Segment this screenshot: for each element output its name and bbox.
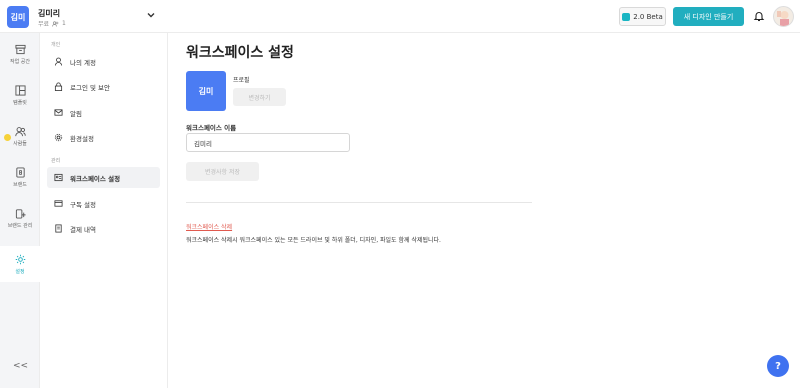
sidebar-item-label: 알림	[70, 109, 82, 118]
brand-manage-icon	[15, 208, 26, 219]
rail-item-brand[interactable]: 브랜드	[0, 160, 40, 194]
beta-button[interactable]: 2.0 Beta	[619, 7, 666, 26]
workspace-name-label: 워크스페이스 이름	[186, 124, 237, 132]
avatar-illustration-icon	[777, 11, 789, 26]
workspace-name-input[interactable]	[186, 133, 350, 152]
sidebar-item-label: 결제 내역	[70, 225, 96, 234]
sidebar-item-billing[interactable]: 결제 내역	[47, 218, 160, 239]
user-icon	[54, 57, 63, 66]
sidebar-item-label: 워크스페이스 설정	[70, 174, 121, 183]
workspace-icon	[54, 173, 63, 182]
left-rail: 작업 공간 템플릿 사람들 브랜드 브랜드 관리 설정 <<	[0, 33, 40, 388]
sidebar-item-label: 로그인 및 보안	[70, 83, 111, 92]
top-bar: 김미 김미리 무료 1 2.0 Beta 새 디자인 만들기	[0, 0, 800, 33]
page-title: 워크스페이스 설정	[186, 45, 294, 61]
help-button[interactable]: ?	[767, 355, 789, 377]
save-changes-button[interactable]: 변경사항 저장	[186, 162, 259, 181]
new-design-button[interactable]: 새 디자인 만들기	[673, 7, 744, 26]
mail-icon	[54, 109, 63, 116]
rail-label: 사람들	[13, 140, 27, 147]
plan-label: 무료	[38, 21, 50, 28]
member-count: 1	[62, 20, 66, 27]
brand-icon	[15, 166, 25, 178]
settings-sidebar: 개인 나의 계정 로그인 및 보안 알림 환경설정 관리 워크스페이스 설정 구…	[40, 33, 168, 388]
card-icon	[54, 200, 63, 207]
rail-item-templates[interactable]: 템플릿	[0, 78, 40, 112]
bell-icon[interactable]	[753, 10, 765, 22]
rail-item-settings[interactable]: 설정	[0, 246, 40, 282]
rail-label: 브랜드	[13, 181, 27, 188]
sidebar-group-personal: 개인	[51, 42, 61, 48]
workspace-meta: 무료 1	[38, 19, 66, 28]
rail-label: 설정	[15, 268, 25, 275]
rail-item-workspace[interactable]: 작업 공간	[0, 37, 40, 71]
receipt-icon	[55, 224, 62, 233]
workspace-profile-image: 김미	[186, 71, 226, 111]
sidebar-group-manage: 관리	[51, 158, 61, 164]
workspace-avatar[interactable]: 김미	[7, 6, 29, 28]
chevron-down-icon[interactable]	[146, 10, 156, 20]
sidebar-item-security[interactable]: 로그인 및 보안	[47, 76, 160, 97]
sidebar-item-notifications[interactable]: 알림	[47, 102, 160, 123]
beta-icon	[622, 12, 631, 21]
beta-label: 2.0 Beta	[633, 12, 663, 21]
sidebar-item-subscription[interactable]: 구독 설정	[47, 193, 160, 214]
cursor-indicator	[4, 134, 11, 141]
profile-label: 프로필	[233, 77, 250, 84]
sidebar-item-preferences[interactable]: 환경설정	[47, 127, 160, 148]
lock-icon	[54, 82, 63, 91]
workspace-name[interactable]: 김미리	[38, 8, 60, 19]
collapse-rail-button[interactable]: <<	[13, 361, 28, 371]
delete-workspace-link[interactable]: 워크스페이스 삭제	[186, 222, 232, 231]
layout-icon	[14, 84, 26, 96]
rail-label: 브랜드 관리	[7, 222, 33, 229]
gear-icon	[15, 254, 25, 264]
sidebar-item-account[interactable]: 나의 계정	[47, 51, 160, 72]
sidebar-item-label: 나의 계정	[70, 58, 96, 67]
delete-workspace-description: 워크스페이스 삭제시 워크스페이스 있는 모든 드라이브 및 하위 폴더, 디자…	[186, 237, 441, 244]
sidebar-item-label: 구독 설정	[70, 200, 96, 209]
rail-item-brand-manage[interactable]: 브랜드 관리	[0, 201, 40, 235]
change-profile-button[interactable]: 변경하기	[233, 88, 286, 106]
archive-icon	[14, 44, 26, 54]
main-content: 워크스페이스 설정 김미 프로필 변경하기 워크스페이스 이름 변경사항 저장 …	[168, 33, 800, 388]
section-divider	[186, 202, 532, 203]
rail-label: 작업 공간	[10, 58, 30, 65]
people-icon	[52, 20, 59, 27]
rail-label: 템플릿	[13, 99, 27, 106]
people-icon	[14, 126, 26, 136]
user-avatar[interactable]	[773, 6, 794, 27]
sidebar-item-workspace-settings[interactable]: 워크스페이스 설정	[47, 167, 160, 188]
gear-icon	[54, 133, 63, 142]
sidebar-item-label: 환경설정	[70, 134, 94, 143]
